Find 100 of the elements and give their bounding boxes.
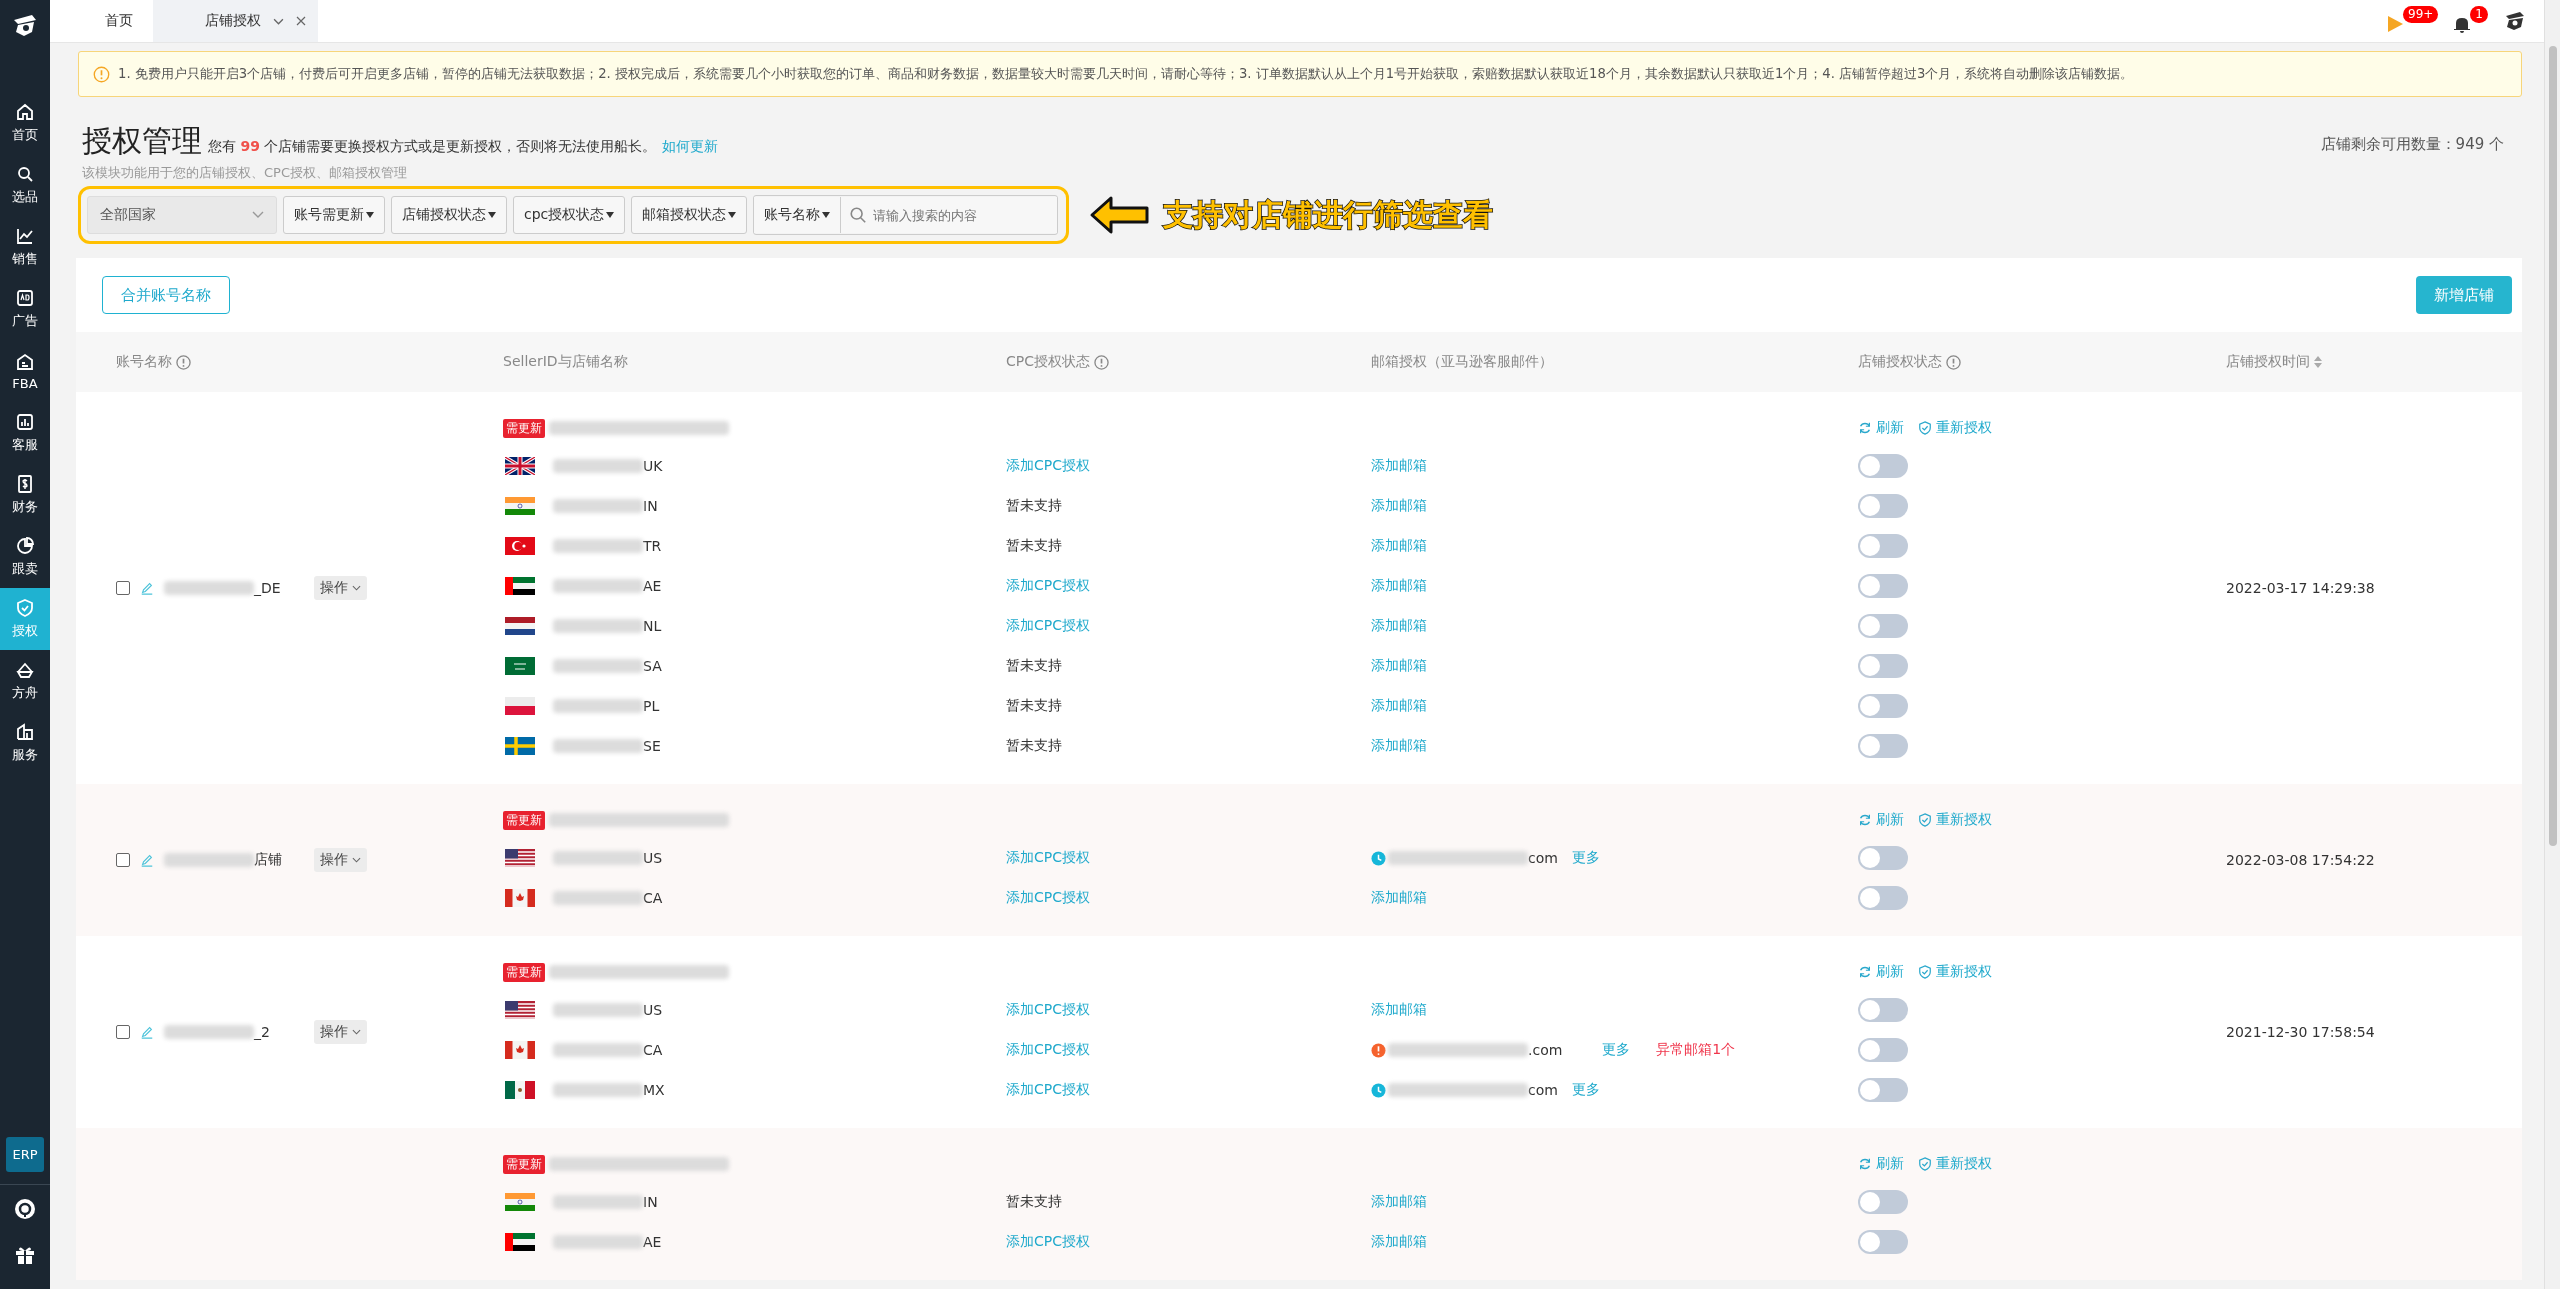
action-dropdown[interactable]: 操作 [314, 576, 367, 600]
sidebar-item[interactable]: 首页 [0, 92, 50, 154]
toggle-switch[interactable] [1858, 886, 1908, 910]
country-select[interactable]: 全部国家 [87, 196, 277, 234]
add-email-link[interactable]: 添加邮箱 [1371, 577, 1427, 595]
filter-dropdown[interactable]: 账号需更新 [283, 196, 385, 234]
reauthorize-link[interactable]: 重新授权 [1936, 1155, 1992, 1173]
more-link[interactable]: 更多 [1571, 1081, 1600, 1099]
add-email-link[interactable]: 添加邮箱 [1371, 457, 1427, 475]
action-dropdown[interactable]: 操作 [314, 848, 367, 872]
add-cpc-link[interactable]: 添加CPC授权 [1006, 889, 1090, 907]
account-name: _2 [254, 1024, 270, 1040]
add-email-link[interactable]: 添加邮箱 [1371, 1001, 1427, 1019]
update-message: 您有 99 个店铺需要更换授权方式或是更新授权，否则将无法使用船长。 [208, 138, 657, 156]
more-link[interactable]: 更多 [1571, 849, 1600, 867]
sidebar-item[interactable]: 选品 [0, 154, 50, 216]
authorization-time: 2022-03-08 17:54:22 [2226, 852, 2375, 868]
row-checkbox[interactable] [116, 853, 130, 867]
shield-icon[interactable] [1918, 965, 1932, 979]
add-cpc-link[interactable]: 添加CPC授权 [1006, 849, 1090, 867]
store-name: SA [643, 658, 662, 674]
shield-icon[interactable] [1918, 813, 1932, 827]
toggle-switch[interactable] [1858, 846, 1908, 870]
toggle-switch[interactable] [1858, 494, 1908, 518]
add-email-link[interactable]: 添加邮箱 [1371, 737, 1427, 755]
refresh-link[interactable]: 刷新 [1876, 811, 1904, 829]
page-tab[interactable]: 店铺授权 [153, 0, 318, 42]
erp-button[interactable]: ERP [6, 1137, 44, 1172]
filter-dropdown[interactable]: 店铺授权状态 [391, 196, 507, 234]
filter-dropdown[interactable]: cpc授权状态 [513, 196, 626, 234]
refresh-icon[interactable] [1858, 421, 1872, 435]
toggle-switch[interactable] [1858, 654, 1908, 678]
edit-icon[interactable] [140, 581, 154, 595]
store-name: PL [643, 698, 660, 714]
refresh-link[interactable]: 刷新 [1876, 963, 1904, 981]
add-email-link[interactable]: 添加邮箱 [1371, 617, 1427, 635]
house-icon [15, 351, 35, 372]
add-email-link[interactable]: 添加邮箱 [1371, 1193, 1427, 1211]
toggle-switch[interactable] [1858, 574, 1908, 598]
support-icon[interactable] [13, 1197, 37, 1221]
add-email-link[interactable]: 添加邮箱 [1371, 497, 1427, 515]
sidebar-item[interactable]: 销售 [0, 216, 50, 278]
sidebar-item[interactable]: FBA [0, 340, 50, 402]
scrollbar[interactable] [2544, 0, 2560, 1289]
toggle-switch[interactable] [1858, 1038, 1908, 1062]
arrow-icon [1089, 195, 1152, 235]
add-cpc-link[interactable]: 添加CPC授权 [1006, 1233, 1090, 1251]
add-cpc-link[interactable]: 添加CPC授权 [1006, 1081, 1090, 1099]
add-email-link[interactable]: 添加邮箱 [1371, 697, 1427, 715]
refresh-icon[interactable] [1858, 1157, 1872, 1171]
edit-icon[interactable] [140, 853, 154, 867]
row-checkbox[interactable] [116, 1025, 130, 1039]
add-cpc-link[interactable]: 添加CPC授权 [1006, 1001, 1090, 1019]
toggle-switch[interactable] [1858, 998, 1908, 1022]
country-flag-icon [505, 617, 535, 635]
sidebar-item[interactable]: 授权 [0, 588, 50, 650]
country-flag-icon [505, 737, 535, 755]
add-cpc-link[interactable]: 添加CPC授权 [1006, 577, 1090, 595]
add-cpc-link[interactable]: 添加CPC授权 [1006, 457, 1090, 475]
add-email-link[interactable]: 添加邮箱 [1371, 889, 1427, 907]
country-flag-icon [505, 889, 535, 907]
toggle-switch[interactable] [1858, 1078, 1908, 1102]
reauthorize-link[interactable]: 重新授权 [1936, 963, 1992, 981]
toggle-switch[interactable] [1858, 1190, 1908, 1214]
refresh-link[interactable]: 刷新 [1876, 1155, 1904, 1173]
add-email-link[interactable]: 添加邮箱 [1371, 1233, 1427, 1251]
refresh-link[interactable]: 刷新 [1876, 419, 1904, 437]
sidebar-item[interactable]: 客服 [0, 402, 50, 464]
merge-button[interactable]: 合并账号名称 [102, 276, 230, 314]
toggle-switch[interactable] [1858, 1230, 1908, 1254]
page-tab[interactable]: 首页 [50, 0, 153, 42]
sidebar-item[interactable]: 广告 [0, 278, 50, 340]
shield-icon[interactable] [1918, 421, 1932, 435]
toggle-switch[interactable] [1858, 454, 1908, 478]
add-email-link[interactable]: 添加邮箱 [1371, 537, 1427, 555]
sidebar-item[interactable]: 服务 [0, 712, 50, 774]
toggle-switch[interactable] [1858, 614, 1908, 638]
add-email-link[interactable]: 添加邮箱 [1371, 657, 1427, 675]
close-icon[interactable] [296, 16, 306, 26]
toggle-switch[interactable] [1858, 534, 1908, 558]
reauthorize-link[interactable]: 重新授权 [1936, 419, 1992, 437]
filter-dropdown[interactable]: 邮箱授权状态 [631, 196, 748, 234]
sidebar-item[interactable]: 财务 [0, 464, 50, 526]
add-cpc-link[interactable]: 添加CPC授权 [1006, 1041, 1090, 1059]
shield-icon[interactable] [1918, 1157, 1932, 1171]
edit-icon[interactable] [140, 1025, 154, 1039]
action-dropdown[interactable]: 操作 [314, 1020, 367, 1044]
sidebar-item[interactable]: 方舟 [0, 650, 50, 712]
sidebar-item[interactable]: 跟卖 [0, 526, 50, 588]
sort-icon[interactable] [2314, 355, 2322, 369]
reauthorize-link[interactable]: 重新授权 [1936, 811, 1992, 829]
toggle-switch[interactable] [1858, 734, 1908, 758]
refresh-icon[interactable] [1858, 965, 1872, 979]
row-checkbox[interactable] [116, 581, 130, 595]
toggle-switch[interactable] [1858, 694, 1908, 718]
add-store-button[interactable]: 新增店铺 [2416, 276, 2512, 314]
how-to-update-link[interactable]: 如何更新 [662, 138, 719, 156]
refresh-icon[interactable] [1858, 813, 1872, 827]
more-link[interactable]: 更多 [1602, 1041, 1631, 1059]
add-cpc-link[interactable]: 添加CPC授权 [1006, 617, 1090, 635]
